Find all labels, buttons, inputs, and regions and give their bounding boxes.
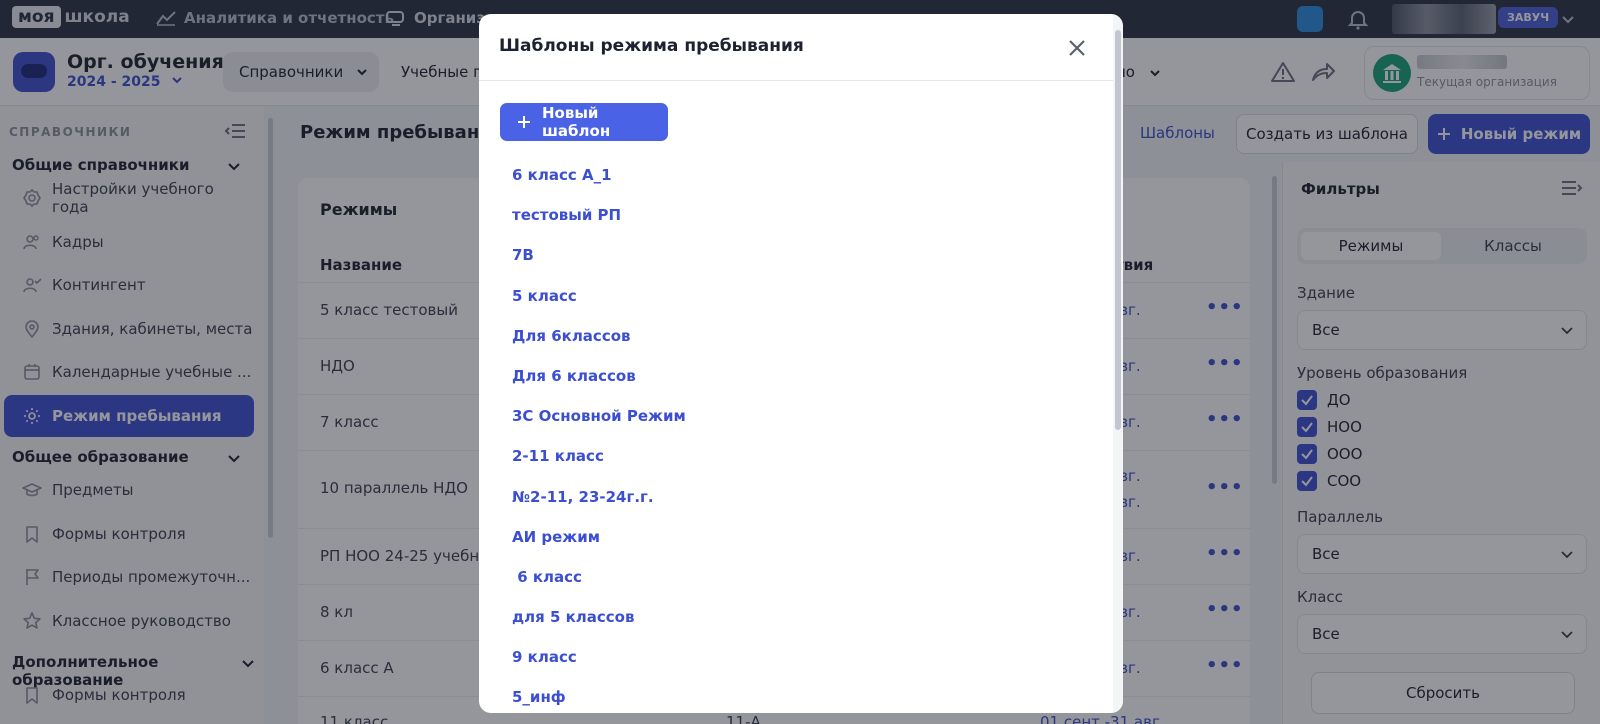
new-template-label: Новый шаблон — [542, 104, 611, 140]
template-item[interactable]: 9 класс — [512, 647, 686, 687]
close-icon[interactable] — [1065, 36, 1089, 60]
modal-scrollbar-thumb[interactable] — [1115, 30, 1121, 430]
template-item[interactable]: 5 класс — [512, 286, 686, 326]
template-item[interactable]: 2-11 класс — [512, 446, 686, 486]
template-item[interactable]: 6 класс А_1 — [512, 165, 686, 205]
new-template-button[interactable]: Новый шаблон — [500, 103, 668, 141]
template-list: 6 класс А_1 тестовый РП 7В 5 класс Для 6… — [512, 165, 686, 713]
templates-modal: Шаблоны режима пребывания Новый шаблон 6… — [479, 14, 1123, 713]
modal-title: Шаблоны режима пребывания — [499, 36, 804, 56]
modal-divider — [479, 80, 1123, 81]
template-item[interactable]: тестовый РП — [512, 205, 686, 245]
template-item[interactable]: 5_инф — [512, 687, 686, 713]
template-item[interactable]: №2-11, 23-24г.г. — [512, 487, 686, 527]
template-item[interactable]: Для 6 классов — [512, 366, 686, 406]
template-item[interactable]: для 5 классов — [512, 607, 686, 647]
template-item[interactable]: 3С Основной Режим — [512, 406, 686, 446]
template-item[interactable]: 7В — [512, 245, 686, 285]
template-item[interactable]: АИ режим — [512, 527, 686, 567]
template-item[interactable]: Для 6классов — [512, 326, 686, 366]
template-item[interactable]: 6 класс — [512, 567, 686, 607]
plus-icon — [516, 114, 532, 130]
